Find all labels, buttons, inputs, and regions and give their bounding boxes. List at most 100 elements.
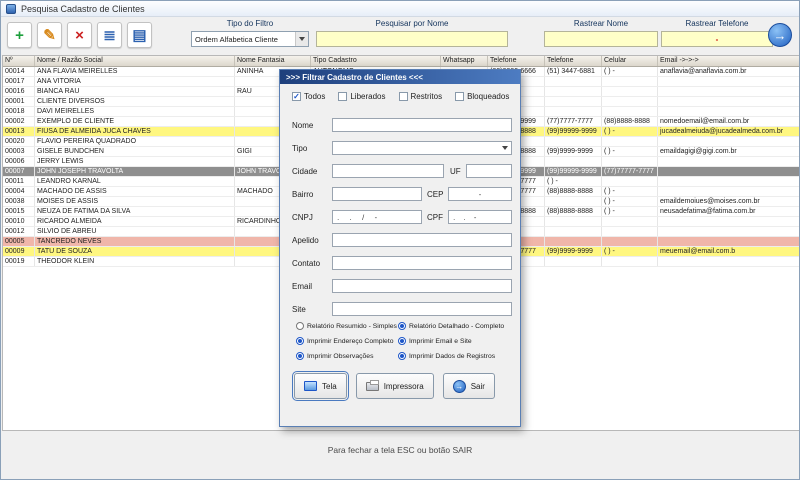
cell: ( ) - (602, 247, 658, 256)
radio-icon (296, 352, 304, 360)
edit-button[interactable]: ✎ (37, 22, 62, 48)
filter-type-select[interactable]: Ordem Alfabetica Cliente (191, 31, 309, 47)
sair-button[interactable]: Sair (443, 373, 495, 399)
cell (602, 77, 658, 86)
cell: (51) 3447-6881 (545, 67, 602, 76)
report-option[interactable]: Imprimir Endereço Completo (296, 337, 398, 345)
column-header[interactable]: Nome Fantasia (235, 56, 311, 66)
window-title: Pesquisa Cadastro de Clientes (21, 4, 145, 14)
cell: 00019 (3, 257, 35, 266)
cell: TANCREDO NEVES (35, 237, 235, 246)
cell: ( ) - (602, 67, 658, 76)
printer-icon (366, 382, 379, 391)
site-input[interactable] (332, 302, 512, 316)
cell: 00013 (3, 127, 35, 136)
cpf-input[interactable] (448, 210, 512, 224)
radio-icon (398, 322, 406, 330)
cell: 00017 (3, 77, 35, 86)
apelido-input[interactable] (332, 233, 512, 247)
cell (545, 157, 602, 166)
tela-button[interactable]: Tela (294, 373, 347, 399)
checkbox-bloqueados[interactable]: Bloqueados (455, 92, 509, 101)
column-header[interactable]: Telefone (545, 56, 602, 66)
chevron-down-icon[interactable] (295, 32, 308, 46)
uf-input[interactable] (466, 164, 512, 178)
status-checkbox-group: ✓Todos Liberados Restritos Bloqueados (292, 92, 516, 101)
column-header[interactable]: Whatsapp (441, 56, 488, 66)
cell (602, 97, 658, 106)
track-phone-input[interactable] (661, 31, 773, 47)
add-button[interactable]: + (7, 22, 32, 48)
cep-label: CEP (427, 190, 443, 199)
report-option[interactable]: Imprimir Dados de Registros (398, 352, 510, 360)
cell (658, 157, 800, 166)
button-label: Tela (322, 382, 337, 391)
checkbox-icon (399, 92, 408, 101)
report-option[interactable]: Imprimir Observações (296, 352, 398, 360)
checkbox-icon (455, 92, 464, 101)
uf-label: UF (450, 167, 461, 176)
column-header[interactable]: Nome / Razão Social (35, 56, 235, 66)
column-header[interactable]: Nº (3, 56, 35, 66)
cell: 00007 (3, 167, 35, 176)
contato-label: Contato (292, 259, 320, 268)
search-name-input[interactable] (316, 31, 508, 47)
cell (545, 217, 602, 226)
checkbox-restritos[interactable]: Restritos (399, 92, 443, 101)
cell: 00001 (3, 97, 35, 106)
cell (545, 227, 602, 236)
cell (602, 237, 658, 246)
option-label: Relatório Resumido - Simples (307, 323, 397, 330)
cell (658, 227, 800, 236)
cell: (99)99999-9999 (545, 127, 602, 136)
cell: (88)8888-8888 (602, 117, 658, 126)
cell: THEODOR KLEIN (35, 257, 235, 266)
cell: nomedoemail@email.com.br (658, 117, 800, 126)
dialog-title-bar: >>> Filtrar Cadastro de Clientes <<< (280, 70, 520, 84)
cpf-label: CPF (427, 213, 443, 222)
cell: FLAVIO PEREIRA QUADRADO (35, 137, 235, 146)
cidade-input[interactable] (332, 164, 444, 178)
tipo-select[interactable] (332, 141, 512, 155)
checkbox-liberados[interactable]: Liberados (338, 92, 385, 101)
cell (602, 227, 658, 236)
cell (602, 87, 658, 96)
button-label: Sair (471, 382, 485, 391)
report-option[interactable]: Relatório Resumido - Simples (296, 322, 398, 330)
nome-input[interactable] (332, 118, 512, 132)
cell: 00015 (3, 207, 35, 216)
cell: (88)8888-8888 (545, 207, 602, 216)
track-name-input[interactable] (544, 31, 658, 47)
cell: LEANDRO KARNAL (35, 177, 235, 186)
contato-input[interactable] (332, 256, 512, 270)
cell: (77)7777-7777 (545, 117, 602, 126)
impressora-button[interactable]: Impressora (356, 373, 434, 399)
copy-button[interactable]: ▤ (127, 22, 152, 48)
column-header[interactable]: Telefone (488, 56, 545, 66)
cell: 00002 (3, 117, 35, 126)
bairro-input[interactable] (332, 187, 422, 201)
column-header[interactable]: Celular (602, 56, 658, 66)
toolbar-icon-group: +✎×≣▤ (7, 22, 152, 48)
cell: BIANCA RAU (35, 87, 235, 96)
email-input[interactable] (332, 279, 512, 293)
cell (658, 107, 800, 116)
cell: ( ) - (602, 127, 658, 136)
delete-button[interactable]: × (67, 22, 92, 48)
cell (545, 197, 602, 206)
cell (545, 137, 602, 146)
cell: (99)99999-9999 (545, 167, 602, 176)
cell (658, 237, 800, 246)
column-header[interactable]: Tipo Cadastro (311, 56, 441, 66)
column-header[interactable]: Email ->->-> (658, 56, 800, 66)
checkbox-todos[interactable]: ✓Todos (292, 92, 325, 101)
cell (658, 77, 800, 86)
cnpj-input[interactable] (332, 210, 422, 224)
cell: JERRY LEWIS (35, 157, 235, 166)
report-option[interactable]: Imprimir Email e Site (398, 337, 510, 345)
search-go-button[interactable] (768, 23, 792, 47)
report-option[interactable]: Relatório Detalhado - Completo (398, 322, 510, 330)
cell (545, 257, 602, 266)
cep-input[interactable] (448, 187, 512, 201)
report-button[interactable]: ≣ (97, 22, 122, 48)
